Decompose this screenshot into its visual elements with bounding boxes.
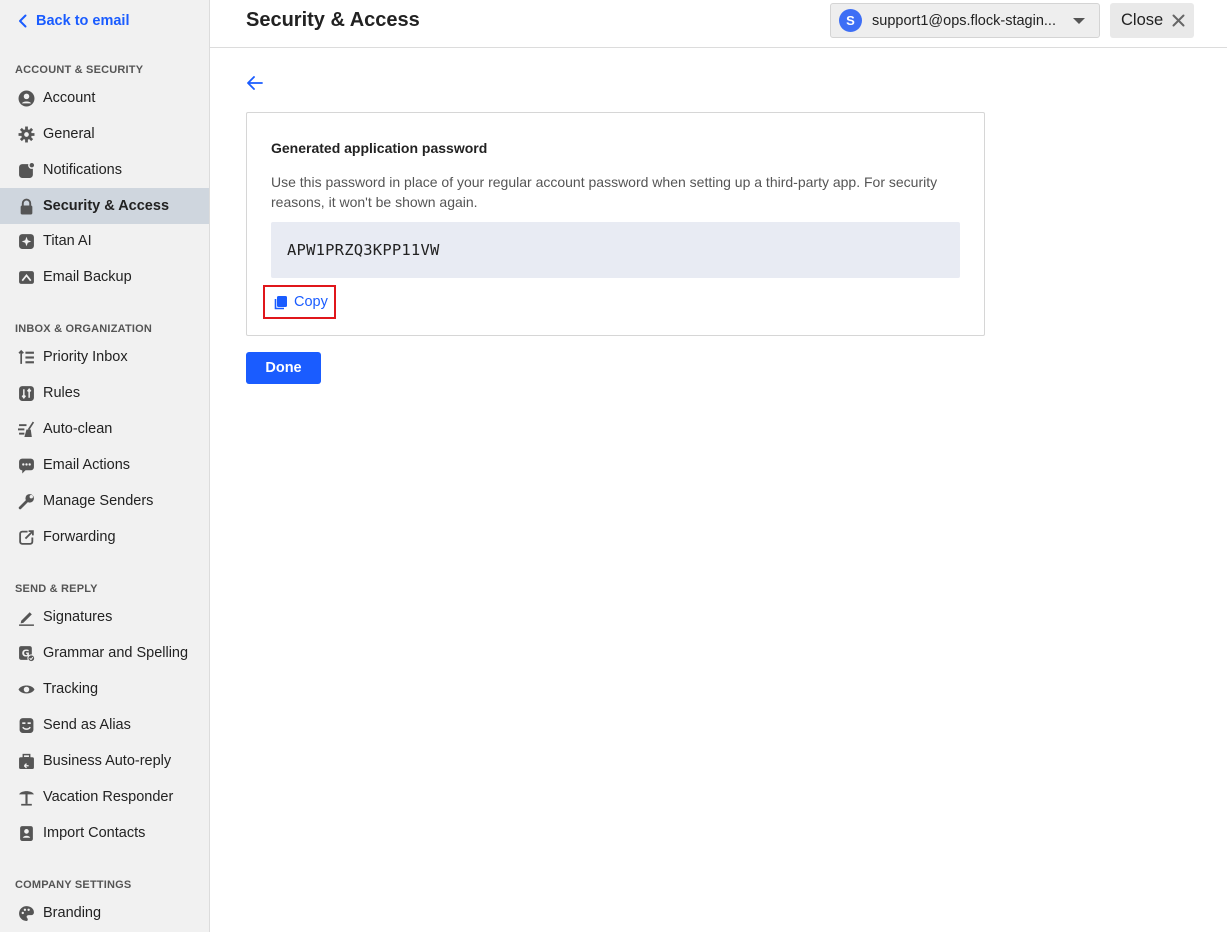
sidebar-item-branding[interactable]: Branding bbox=[0, 895, 209, 931]
mask-icon bbox=[18, 717, 35, 734]
sidebar-item-label: Business Auto-reply bbox=[43, 753, 172, 769]
sidebar-item-priority-inbox[interactable]: Priority Inbox bbox=[0, 339, 209, 375]
backup-icon bbox=[18, 269, 35, 286]
wrench-icon bbox=[18, 493, 35, 510]
palm-tree-icon bbox=[18, 789, 35, 806]
sidebar-item-vacation-responder[interactable]: Vacation Responder bbox=[0, 779, 209, 815]
card-title: Generated application password bbox=[271, 140, 488, 156]
sidebar-item-forwarding[interactable]: Forwarding bbox=[0, 519, 209, 555]
done-button[interactable]: Done bbox=[246, 352, 321, 384]
back-to-email-label: Back to email bbox=[36, 13, 130, 29]
section-title-send-reply: SEND & REPLY bbox=[15, 583, 98, 595]
card-description: Use this password in place of your regul… bbox=[271, 174, 938, 210]
sidebar-item-business-auto-reply[interactable]: Business Auto-reply bbox=[0, 743, 209, 779]
header: Security & Access S support1@ops.flock-s… bbox=[210, 0, 1227, 48]
generated-password: APW1PRZQ3KPP11VW bbox=[287, 241, 440, 259]
sidebar-item-grammar-spelling[interactable]: G Grammar and Spelling bbox=[0, 635, 209, 671]
contacts-icon bbox=[18, 825, 35, 842]
sidebar-item-label: Manage Senders bbox=[43, 493, 154, 509]
copy-button[interactable]: Copy bbox=[263, 285, 336, 319]
back-to-email-link[interactable]: Back to email bbox=[18, 11, 130, 31]
account-email: support1@ops.flock-stagin... bbox=[872, 12, 1056, 29]
sidebar-item-email-actions[interactable]: Email Actions bbox=[0, 447, 209, 483]
sidebar-item-label: Priority Inbox bbox=[43, 349, 128, 365]
sidebar-item-manage-senders[interactable]: Manage Senders bbox=[0, 483, 209, 519]
sidebar-item-signatures[interactable]: Signatures bbox=[0, 599, 209, 635]
rules-icon bbox=[18, 385, 35, 402]
avatar: S bbox=[839, 9, 862, 32]
sidebar-item-label: Notifications bbox=[43, 162, 122, 178]
pen-icon bbox=[18, 609, 35, 626]
sidebar-item-label: Import Contacts bbox=[43, 825, 146, 841]
back-arrow-icon[interactable] bbox=[246, 74, 264, 92]
sidebar-item-security-access[interactable]: Security & Access bbox=[0, 188, 209, 224]
sidebar-item-send-as-alias[interactable]: Send as Alias bbox=[0, 707, 209, 743]
app-password-card: Generated application password Use this … bbox=[246, 112, 985, 336]
sidebar-item-label: Forwarding bbox=[43, 529, 116, 545]
sidebar-item-label: Rules bbox=[43, 385, 81, 401]
sidebar-item-account[interactable]: Account bbox=[0, 80, 209, 116]
sidebar-item-label: General bbox=[43, 126, 95, 142]
close-button[interactable]: Close bbox=[1110, 3, 1194, 38]
lock-icon bbox=[18, 198, 35, 215]
gear-icon bbox=[18, 126, 35, 143]
palette-icon bbox=[18, 905, 35, 922]
priority-icon bbox=[18, 349, 35, 366]
sidebar-item-notifications[interactable]: Notifications bbox=[0, 152, 209, 188]
sidebar-item-label: Grammar and Spelling bbox=[43, 645, 189, 661]
sidebar-item-label: Branding bbox=[43, 905, 102, 921]
copy-label: Copy bbox=[294, 294, 328, 310]
chevron-left-icon bbox=[19, 14, 27, 28]
page-title: Security & Access bbox=[246, 9, 420, 31]
grammar-icon: G bbox=[18, 645, 35, 662]
sidebar-item-label: Send as Alias bbox=[43, 717, 131, 733]
sidebar-item-label: Account bbox=[43, 90, 96, 106]
password-display: APW1PRZQ3KPP11VW bbox=[271, 222, 960, 278]
close-label: Close bbox=[1121, 11, 1164, 29]
sidebar: Back to email ACCOUNT & SECURITY Account… bbox=[0, 0, 210, 932]
briefcase-reply-icon bbox=[18, 753, 35, 770]
eye-icon bbox=[18, 681, 35, 698]
sidebar-item-tracking[interactable]: Tracking bbox=[0, 671, 209, 707]
sidebar-item-label: Security & Access bbox=[43, 198, 170, 214]
email-actions-icon bbox=[18, 457, 35, 474]
section-title-inbox-organization: INBOX & ORGANIZATION bbox=[15, 323, 153, 335]
forward-icon bbox=[18, 529, 35, 546]
sidebar-item-label: Signatures bbox=[43, 609, 113, 625]
sidebar-item-import-contacts[interactable]: Import Contacts bbox=[0, 815, 209, 851]
sidebar-item-label: Auto-clean bbox=[43, 421, 113, 437]
sidebar-item-label: Titan AI bbox=[43, 233, 92, 249]
sidebar-item-label: Email Actions bbox=[43, 457, 131, 473]
notifications-icon bbox=[18, 161, 35, 179]
broom-icon bbox=[18, 421, 35, 438]
copy-icon bbox=[274, 295, 287, 309]
chevron-down-icon bbox=[1073, 18, 1085, 24]
close-icon bbox=[1172, 14, 1185, 27]
sidebar-item-label: Email Backup bbox=[43, 269, 132, 285]
sparkle-icon bbox=[18, 233, 35, 250]
section-title-company-settings: COMPANY SETTINGS bbox=[15, 879, 132, 891]
sidebar-item-general[interactable]: General bbox=[0, 116, 209, 152]
sidebar-item-titan-ai[interactable]: Titan AI bbox=[0, 223, 209, 259]
sidebar-item-rules[interactable]: Rules bbox=[0, 375, 209, 411]
account-icon bbox=[18, 90, 35, 107]
sidebar-item-auto-clean[interactable]: Auto-clean bbox=[0, 411, 209, 447]
account-switcher[interactable]: S support1@ops.flock-stagin... bbox=[830, 3, 1100, 38]
sidebar-item-email-backup[interactable]: Email Backup bbox=[0, 259, 209, 295]
sidebar-item-label: Vacation Responder bbox=[43, 789, 174, 805]
sidebar-item-label: Tracking bbox=[43, 681, 99, 697]
section-title-account-security: ACCOUNT & SECURITY bbox=[15, 64, 144, 76]
settings-app: Back to email ACCOUNT & SECURITY Account… bbox=[0, 0, 1227, 932]
